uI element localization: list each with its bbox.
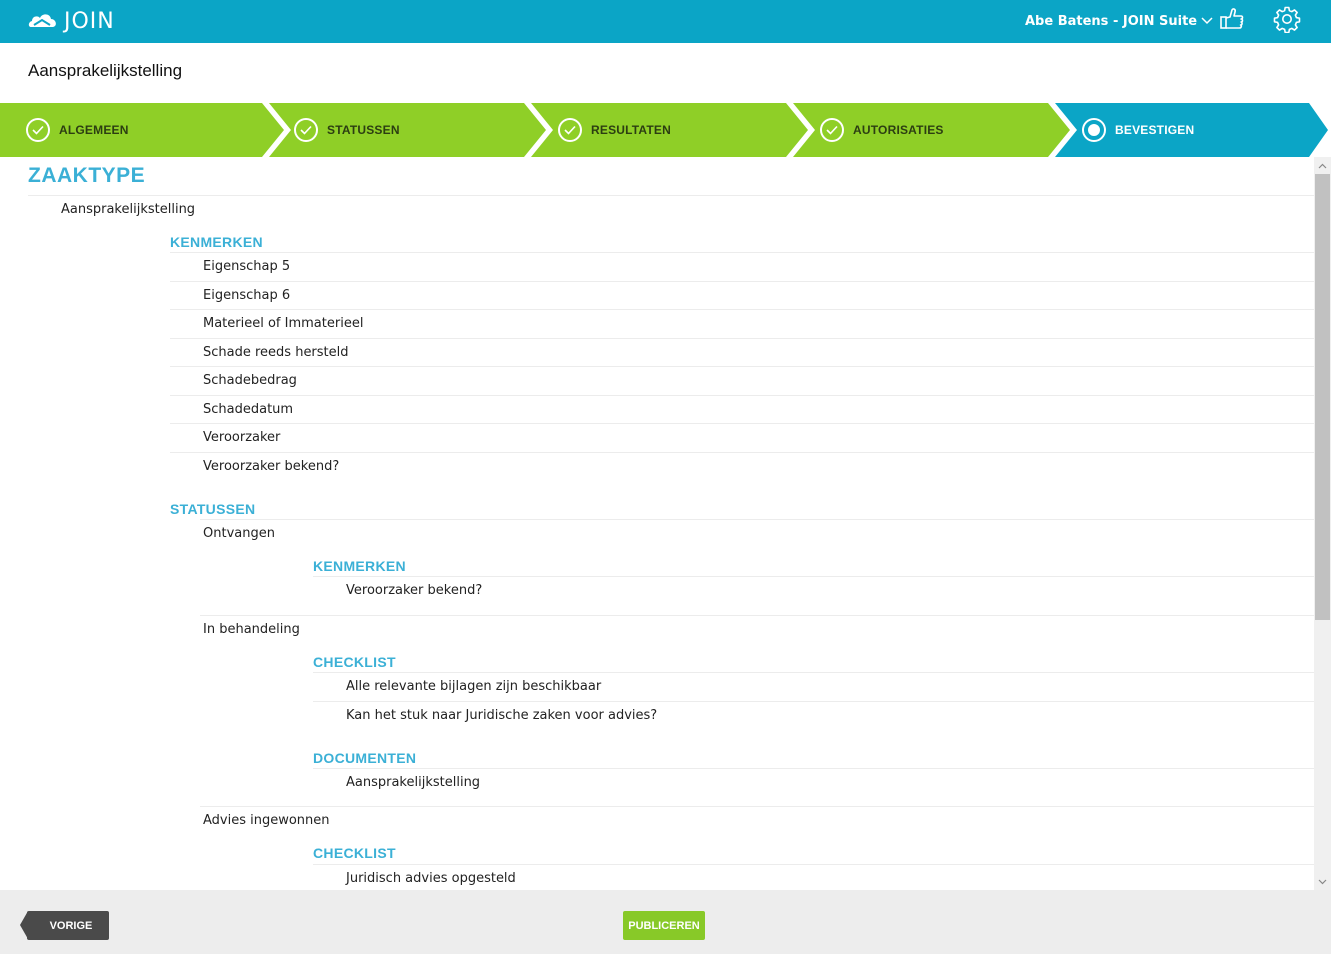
summary-content: ZAAKTYPE Aansprakelijkstelling KENMERKEN… (0, 157, 1314, 890)
step-label: ALGEMEEN (59, 123, 129, 137)
step-label: AUTORISATIES (853, 123, 944, 137)
kenmerk-item: Schade reeds hersteld (170, 338, 1314, 366)
user-menu-label: Abe Batens - JOIN Suite (1025, 13, 1198, 29)
checklist-item: Alle relevante bijlagen zijn beschikbaar (313, 672, 1314, 700)
step-statussen[interactable]: STATUSSEN (294, 103, 400, 157)
step-autorisaties[interactable]: AUTORISATIES (820, 103, 944, 157)
statussen-heading: STATUSSEN (170, 501, 256, 517)
checklist-heading: CHECKLIST (313, 654, 396, 670)
kenmerk-item: Materieel of Immaterieel (170, 309, 1314, 337)
kenmerk-item: Schadebedrag (170, 366, 1314, 394)
wizard-steps: ALGEMEEN STATUSSEN RESULTATEN AUTORISATI… (0, 103, 1331, 157)
chevron-down-icon (1201, 17, 1213, 25)
checklist-heading: CHECKLIST (313, 845, 396, 861)
kenmerk-item: Veroorzaker bekend? (170, 452, 1314, 480)
top-bar: JOIN Abe Batens - JOIN Suite (0, 0, 1331, 43)
cloud-logo-icon (28, 14, 56, 27)
check-circle-icon (558, 118, 582, 142)
status-kenmerken-heading: KENMERKEN (313, 558, 406, 574)
status-name: In behandeling (200, 615, 1314, 643)
check-circle-icon (26, 118, 50, 142)
step-label: BEVESTIGEN (1115, 123, 1195, 137)
step-label: RESULTATEN (591, 123, 671, 137)
status-kenmerk-item: Veroorzaker bekend? (313, 576, 1314, 604)
kenmerk-item: Eigenschap 6 (170, 281, 1314, 309)
check-circle-icon (820, 118, 844, 142)
zaaktype-name: Aansprakelijkstelling (28, 195, 1314, 223)
kenmerk-item: Schadedatum (170, 395, 1314, 423)
document-item: Aansprakelijkstelling (313, 768, 1314, 796)
checklist-item: Juridisch advies opgesteld (313, 864, 1314, 890)
previous-button[interactable]: VORIGE (27, 911, 109, 940)
step-bevestigen[interactable]: BEVESTIGEN (1082, 103, 1194, 157)
kenmerk-item: Veroorzaker (170, 423, 1314, 451)
footer-bar: VORIGE PUBLICEREN (0, 890, 1331, 954)
radio-dot-icon (1082, 118, 1106, 142)
step-algemeen[interactable]: ALGEMEEN (26, 103, 129, 157)
step-resultaten[interactable]: RESULTATEN (558, 103, 671, 157)
step-label: STATUSSEN (327, 123, 400, 137)
app-logo[interactable]: JOIN (28, 6, 115, 36)
logo-text: JOIN (64, 8, 115, 34)
status-name: Advies ingewonnen (200, 806, 1314, 834)
scrollbar-thumb[interactable] (1315, 174, 1330, 620)
content-scrollbar[interactable] (1314, 157, 1331, 890)
checklist-item: Kan het stuk naar Juridische zaken voor … (313, 701, 1314, 729)
status-name: Ontvangen (200, 519, 1314, 547)
zaaktype-heading: ZAAKTYPE (28, 164, 146, 187)
kenmerken-heading: KENMERKEN (170, 234, 263, 250)
scroll-up-icon[interactable] (1314, 157, 1331, 174)
scroll-down-icon[interactable] (1314, 873, 1331, 890)
documenten-heading: DOCUMENTEN (313, 750, 417, 766)
publish-button[interactable]: PUBLICEREN (623, 911, 705, 940)
gear-icon[interactable] (1273, 5, 1301, 34)
kenmerk-item: Eigenschap 5 (170, 252, 1314, 280)
user-menu[interactable]: Abe Batens - JOIN Suite (1025, 11, 1213, 31)
thumbs-up-icon[interactable] (1218, 5, 1246, 33)
check-circle-icon (294, 118, 318, 142)
page-title: Aansprakelijkstelling (28, 61, 183, 80)
